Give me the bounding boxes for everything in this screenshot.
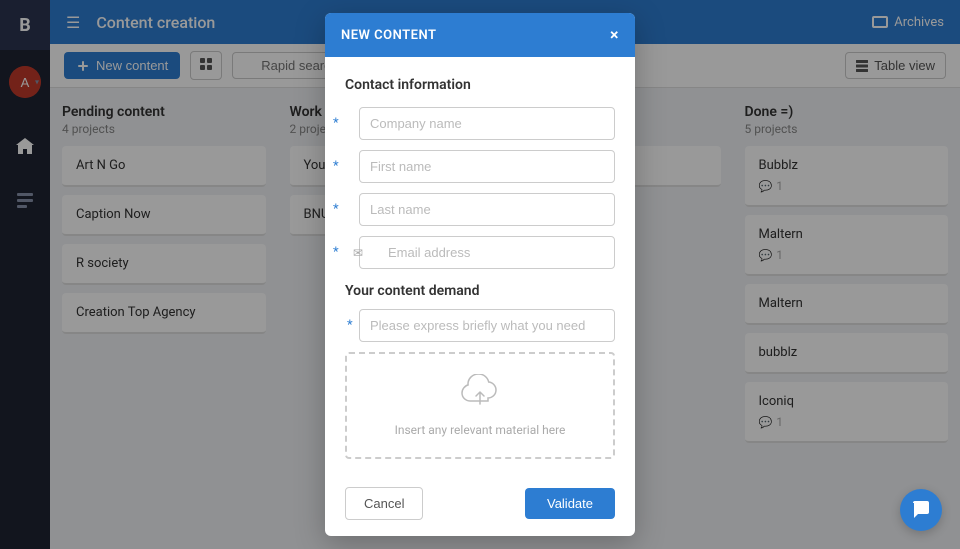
required-star-demand: * (347, 318, 353, 333)
first-name-input[interactable] (359, 150, 615, 183)
modal-body: Contact information * * * * ✉ (325, 57, 635, 475)
chat-icon (911, 500, 931, 520)
modal-footer: Cancel Validate (325, 475, 635, 536)
last-name-field-group: * (345, 193, 615, 226)
email-field-group: * ✉ (345, 236, 615, 269)
demand-field-group: * (345, 309, 615, 342)
cancel-button[interactable]: Cancel (345, 487, 423, 520)
modal-close-button[interactable]: × (610, 27, 619, 43)
modal-title: NEW CONTENT (341, 28, 436, 43)
required-star-company: * (333, 116, 339, 131)
upload-area[interactable]: Insert any relevant material here (345, 352, 615, 459)
company-name-input[interactable] (359, 107, 615, 140)
first-name-field-group: * (345, 150, 615, 183)
chat-fab-button[interactable] (900, 489, 942, 531)
email-input[interactable] (359, 236, 615, 269)
required-star-last-name: * (333, 202, 339, 217)
last-name-input[interactable] (359, 193, 615, 226)
contact-section-title: Contact information (345, 77, 615, 93)
demand-input[interactable] (359, 309, 615, 342)
upload-label: Insert any relevant material here (395, 423, 566, 437)
demand-section-title: Your content demand (345, 283, 615, 299)
upload-icon (367, 374, 593, 417)
app-wrapper: B A ▾ ☰ Content creation Archives (0, 0, 960, 549)
company-field-group: * (345, 107, 615, 140)
modal-overlay[interactable]: NEW CONTENT × Contact information * * * (0, 0, 960, 549)
validate-button[interactable]: Validate (525, 488, 615, 519)
email-icon: ✉ (353, 246, 363, 260)
required-star-email: * (333, 245, 339, 260)
required-star-first-name: * (333, 159, 339, 174)
modal-header: NEW CONTENT × (325, 13, 635, 57)
new-content-modal: NEW CONTENT × Contact information * * * (325, 13, 635, 536)
